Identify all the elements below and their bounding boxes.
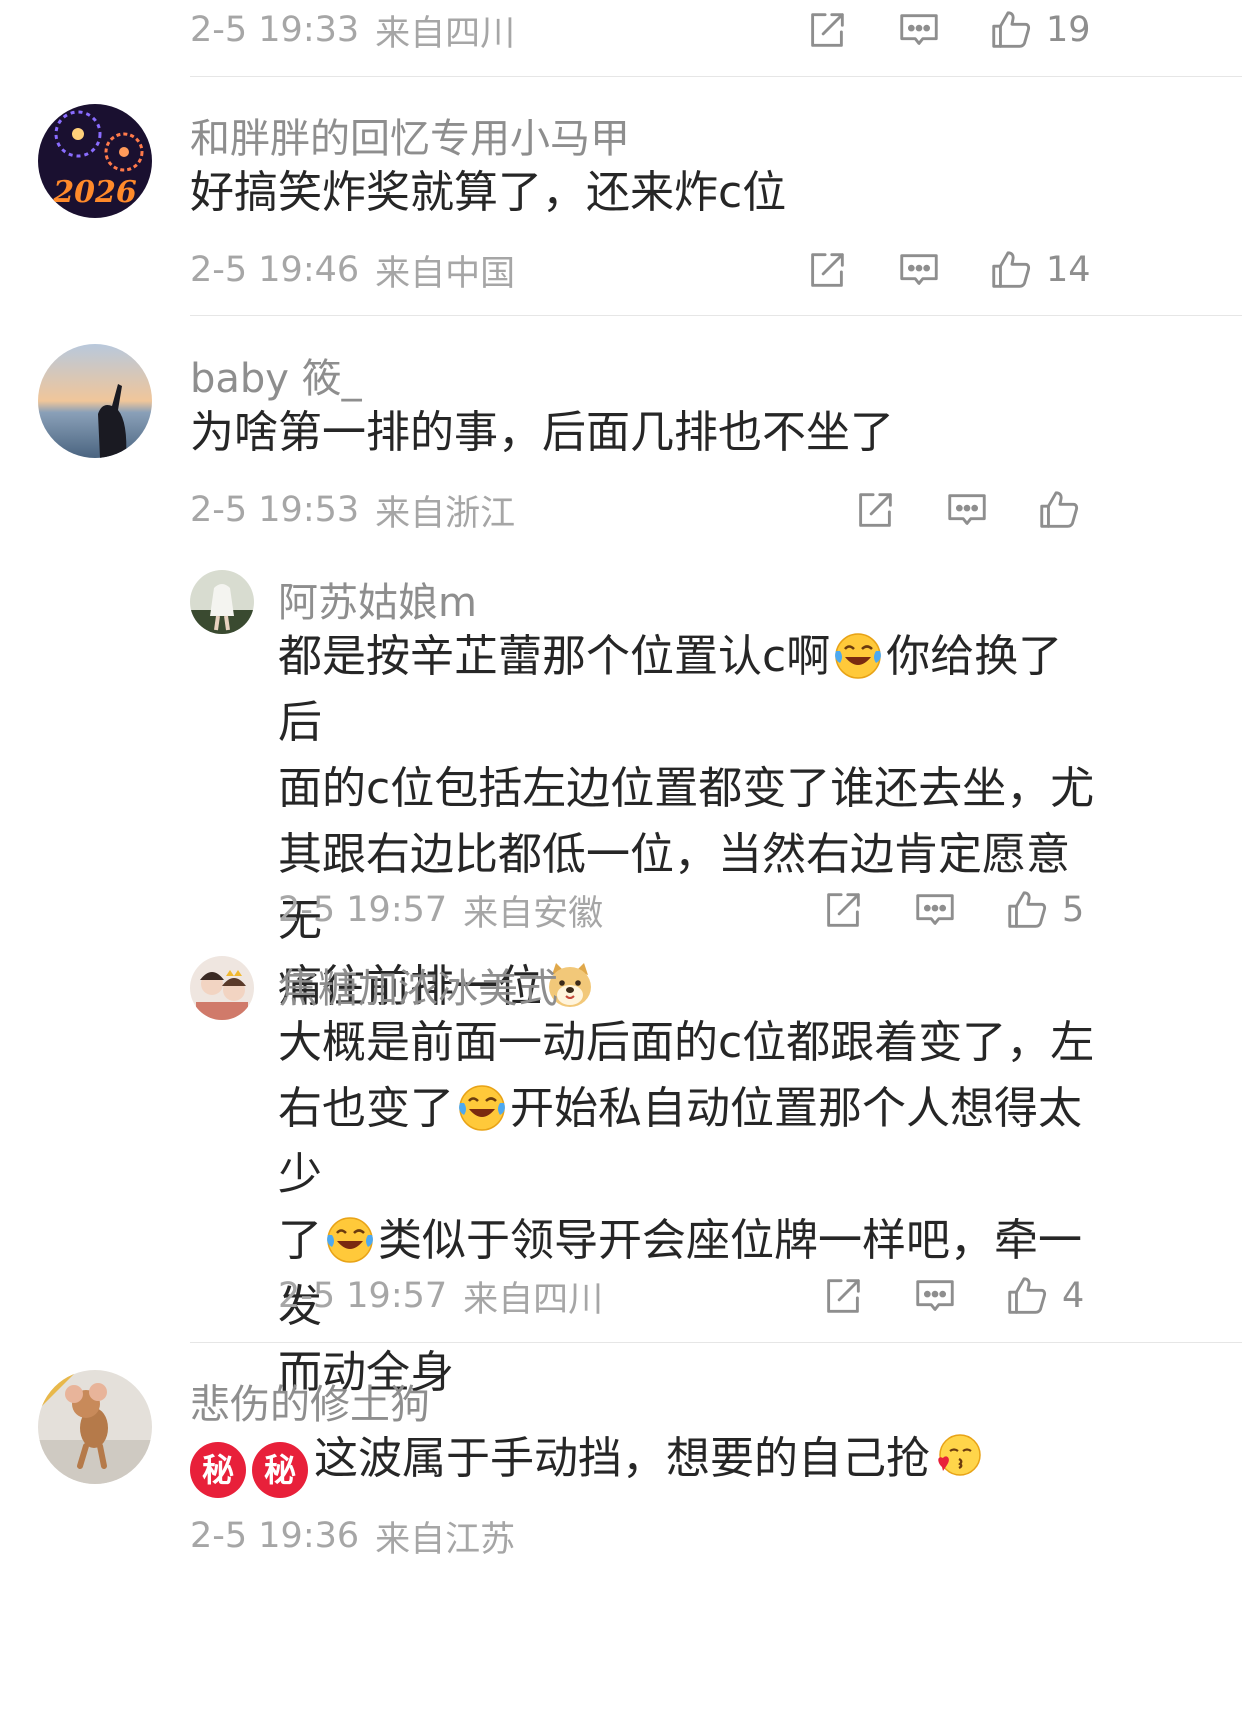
- comment-text: 好搞笑炸奖就算了，还来炸c位: [190, 167, 787, 218]
- laugh-cry-emoji: [832, 629, 884, 681]
- reply-text-segment: 大概是前面一动后面的c位都跟着变了，左: [278, 1017, 1095, 1068]
- comment-time: 2-5 19:33: [190, 10, 360, 50]
- laugh-cry-emoji: [456, 1081, 508, 1133]
- share-button[interactable]: [852, 487, 898, 533]
- reply-meta: 2-5 19:57 来自四川: [278, 1266, 603, 1326]
- reply-text-segment: 都是按辛芷蕾那个位置认c啊: [278, 631, 831, 682]
- comment-meta: 2-5 19:46 来自中国: [190, 240, 515, 300]
- comment-location: 来自四川: [375, 13, 516, 54]
- like-button[interactable]: 4: [1004, 1273, 1084, 1319]
- comment-button[interactable]: [912, 887, 958, 933]
- reply-text: 大概是前面一动后面的c位都跟着变了，左 右也变了 开始私自动位置那个人想得太少 了…: [278, 1010, 1098, 1406]
- reply-avatar[interactable]: [190, 570, 254, 634]
- comment-location: 来自中国: [375, 253, 516, 294]
- comment-text: 为啥第一排的事，后面几排也不坐了: [190, 407, 894, 458]
- like-icon: [1004, 1273, 1050, 1319]
- like-count: 4: [1062, 1276, 1085, 1316]
- like-button[interactable]: 19: [988, 7, 1091, 53]
- share-icon: [852, 487, 898, 533]
- comment-meta: 2-5 19:53 来自浙江: [190, 480, 515, 540]
- share-icon: [804, 7, 850, 53]
- divider: [190, 76, 1242, 77]
- comment-button[interactable]: [896, 247, 942, 293]
- reply-text-segment: 了: [278, 1215, 322, 1266]
- like-button[interactable]: 14: [988, 247, 1091, 293]
- comment-icon: [944, 487, 990, 533]
- comment-location: 来自江苏: [375, 1519, 516, 1560]
- avatar-text: 2026: [52, 175, 137, 210]
- reply-time: 2-5 19:57: [278, 890, 448, 930]
- like-icon: [988, 247, 1034, 293]
- like-icon: [1004, 887, 1050, 933]
- comment-location: 来自浙江: [375, 493, 516, 534]
- reply-username[interactable]: 阿苏姑娘m: [278, 570, 477, 628]
- like-icon: [1036, 487, 1082, 533]
- like-count: 5: [1062, 890, 1085, 930]
- avatar[interactable]: 2026: [38, 104, 152, 218]
- share-icon: [820, 1273, 866, 1319]
- like-count: 19: [1046, 10, 1091, 50]
- comment-icon: [912, 1273, 958, 1319]
- username[interactable]: baby 筱_: [190, 346, 362, 404]
- reply-location: 来自安徽: [463, 893, 604, 934]
- reply-text-segment: 面的c位包括左边位置都变了谁还去坐，尤: [278, 763, 1095, 814]
- avatar[interactable]: [38, 344, 152, 458]
- comment-text: 秘秘这波属于手动挡，想要的自己抢: [190, 1426, 1190, 1498]
- comment-time: 2-5 19:53: [190, 490, 360, 530]
- share-button[interactable]: [820, 1273, 866, 1319]
- comment-time: 2-5 19:46: [190, 250, 360, 290]
- comment-icon: [912, 887, 958, 933]
- like-button[interactable]: 5: [1004, 887, 1084, 933]
- secret-badge: 秘: [190, 1442, 246, 1498]
- divider: [190, 315, 1242, 316]
- like-button[interactable]: [1036, 487, 1094, 533]
- like-count: 14: [1046, 250, 1091, 290]
- comment-button[interactable]: [912, 1273, 958, 1319]
- comment-text-segment: 这波属于手动挡，想要的自己抢: [314, 1433, 930, 1484]
- reply-avatar[interactable]: [190, 956, 254, 1020]
- divider: [190, 1342, 1242, 1343]
- reply-meta: 2-5 19:57 来自安徽: [278, 880, 603, 940]
- reply-time: 2-5 19:57: [278, 1276, 448, 1316]
- comment-time: 2-5 19:36: [190, 1516, 360, 1556]
- share-button[interactable]: [820, 887, 866, 933]
- comment-button[interactable]: [896, 7, 942, 53]
- comment-icon: [896, 247, 942, 293]
- secret-badge: 秘: [252, 1442, 308, 1498]
- reply-username[interactable]: 焦糖加浓冰美式: [278, 956, 558, 1014]
- comment-meta: 2-5 19:36 来自江苏: [190, 1506, 515, 1566]
- avatar[interactable]: [38, 1370, 152, 1484]
- laugh-cry-emoji: [324, 1213, 376, 1265]
- like-icon: [988, 7, 1034, 53]
- username[interactable]: 悲伤的修土狗: [190, 1372, 430, 1430]
- share-button[interactable]: [804, 247, 850, 293]
- comment-icon: [896, 7, 942, 53]
- share-icon: [804, 247, 850, 293]
- kiss-emoji: [932, 1431, 984, 1483]
- username[interactable]: 和胖胖的回忆专用小马甲: [190, 106, 630, 164]
- share-button[interactable]: [804, 7, 850, 53]
- comment-meta: 2-5 19:33 来自四川: [190, 0, 515, 60]
- comment-button[interactable]: [944, 487, 990, 533]
- share-icon: [820, 887, 866, 933]
- reply-text-segment: 右也变了: [278, 1083, 454, 1134]
- reply-location: 来自四川: [463, 1279, 604, 1320]
